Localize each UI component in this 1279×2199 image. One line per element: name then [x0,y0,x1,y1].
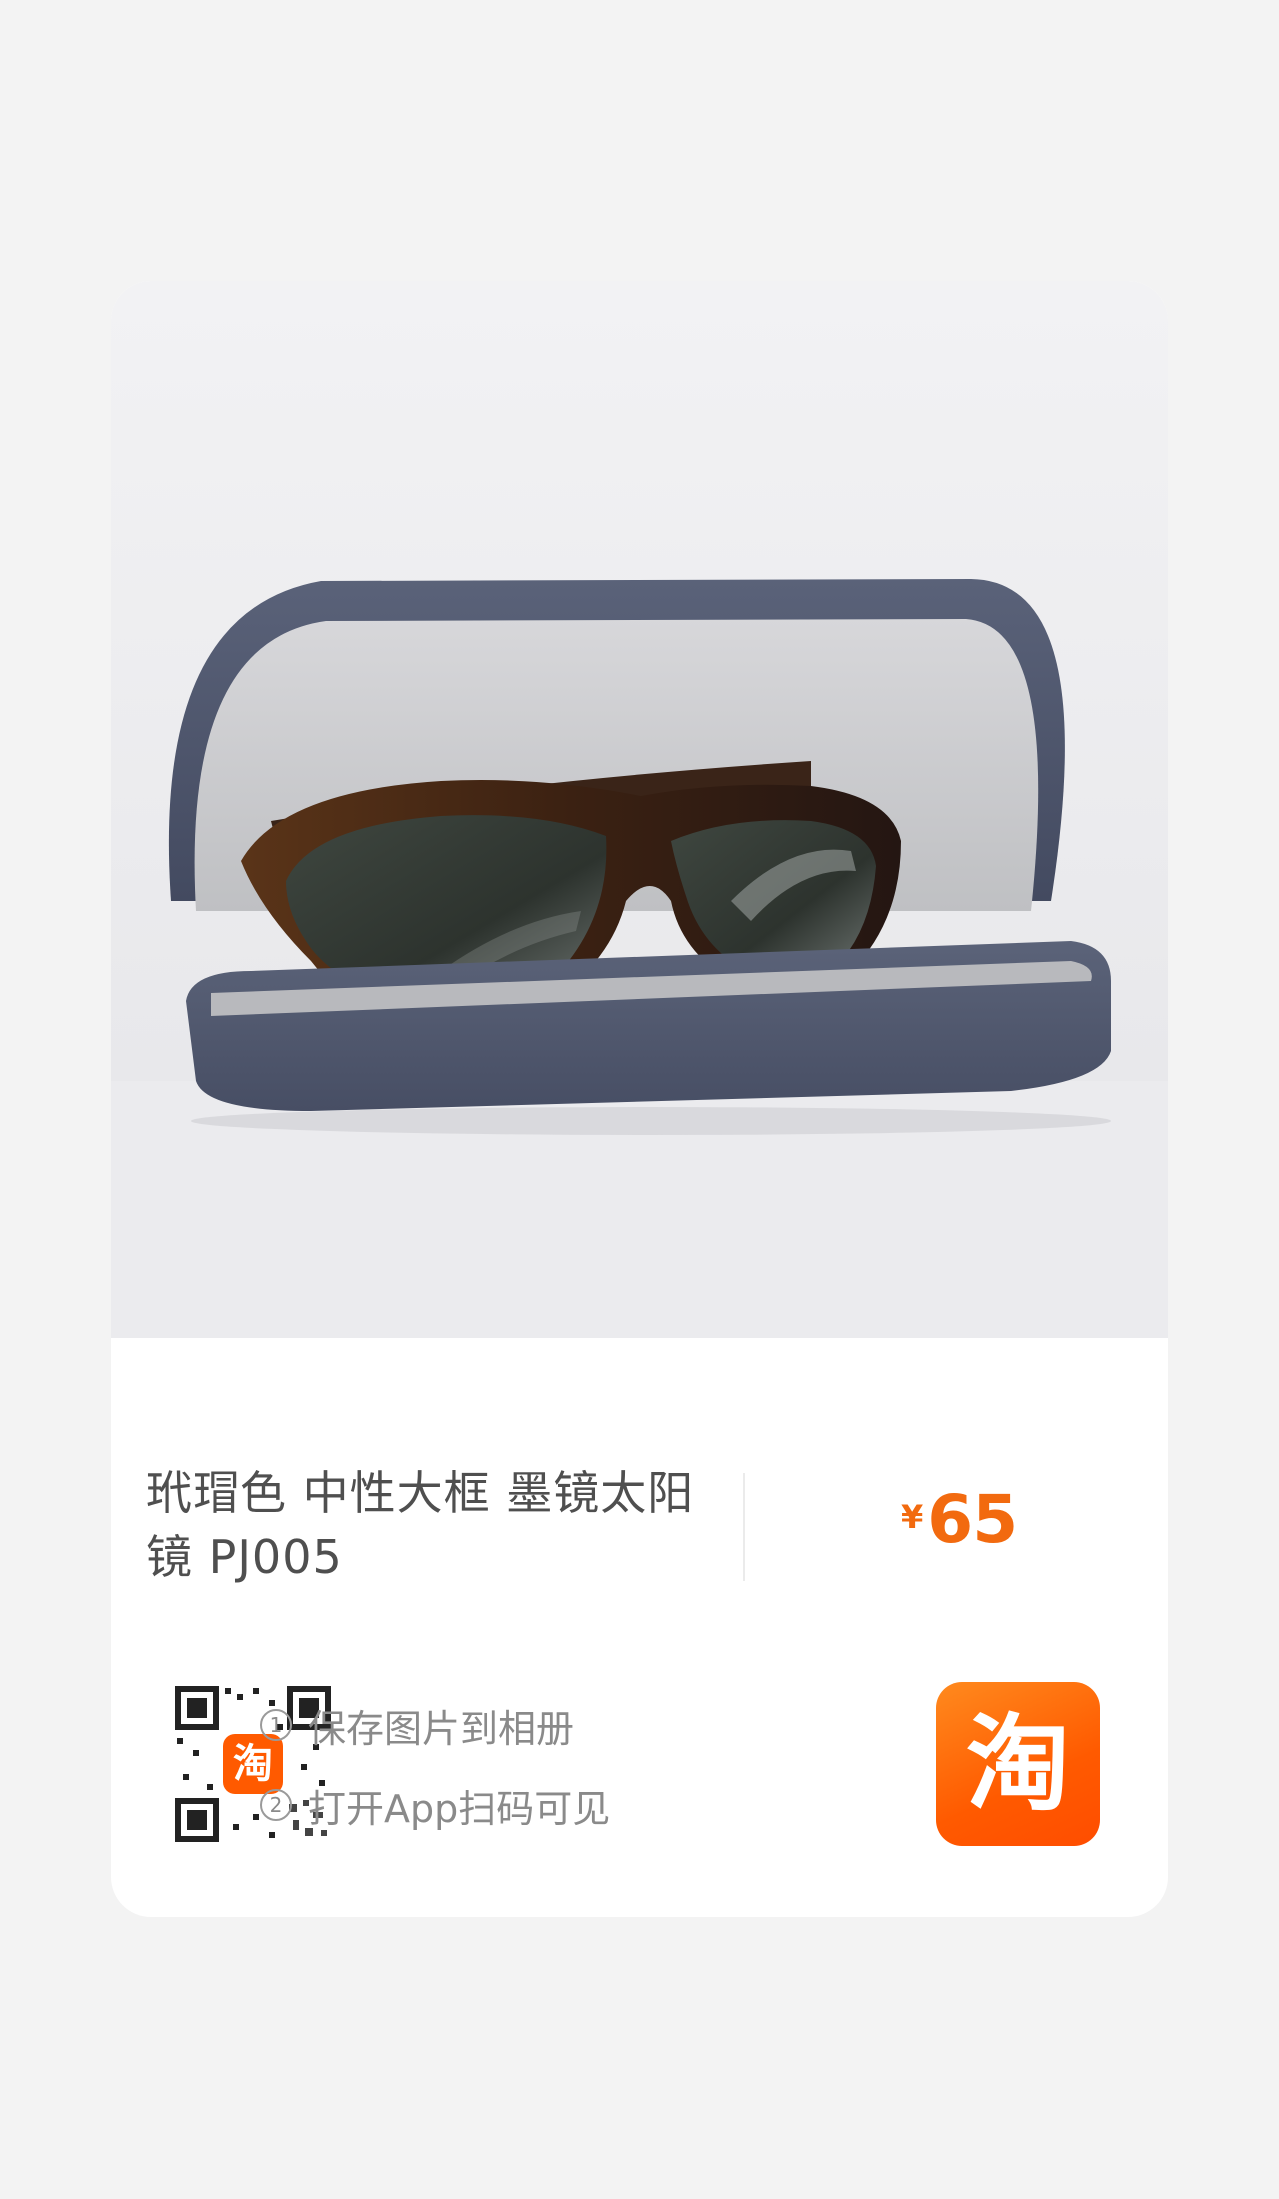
product-photo [111,281,1168,1338]
product-title-line-2: 镜 PJ005 [146,1530,343,1584]
hint-step-open-app: 2 打开App扫码可见 [260,1780,611,1831]
share-card: 玳瑁色 中性大框 墨镜太阳 镜 PJ005 ¥65 淘 [111,281,1168,1917]
product-title-line-1: 玳瑁色 中性大框 墨镜太阳 [146,1466,695,1520]
divider [743,1473,745,1581]
price-value: 65 [927,1481,1018,1558]
hint-step-open-app-text: 打开App扫码可见 [308,1786,611,1831]
step-number-1: 1 [260,1709,292,1741]
price: ¥65 [901,1481,1018,1558]
currency-symbol: ¥ [901,1498,924,1536]
hint-step-save: 1 保存图片到相册 [260,1700,575,1751]
hint-step-save-text: 保存图片到相册 [308,1706,575,1751]
app-icon-glyph: 淘 [965,1703,1070,1825]
taobao-app-icon[interactable]: 淘 [936,1682,1100,1846]
product-title[interactable]: 玳瑁色 中性大框 墨镜太阳 镜 PJ005 [146,1461,706,1589]
step-number-2: 2 [260,1789,292,1821]
